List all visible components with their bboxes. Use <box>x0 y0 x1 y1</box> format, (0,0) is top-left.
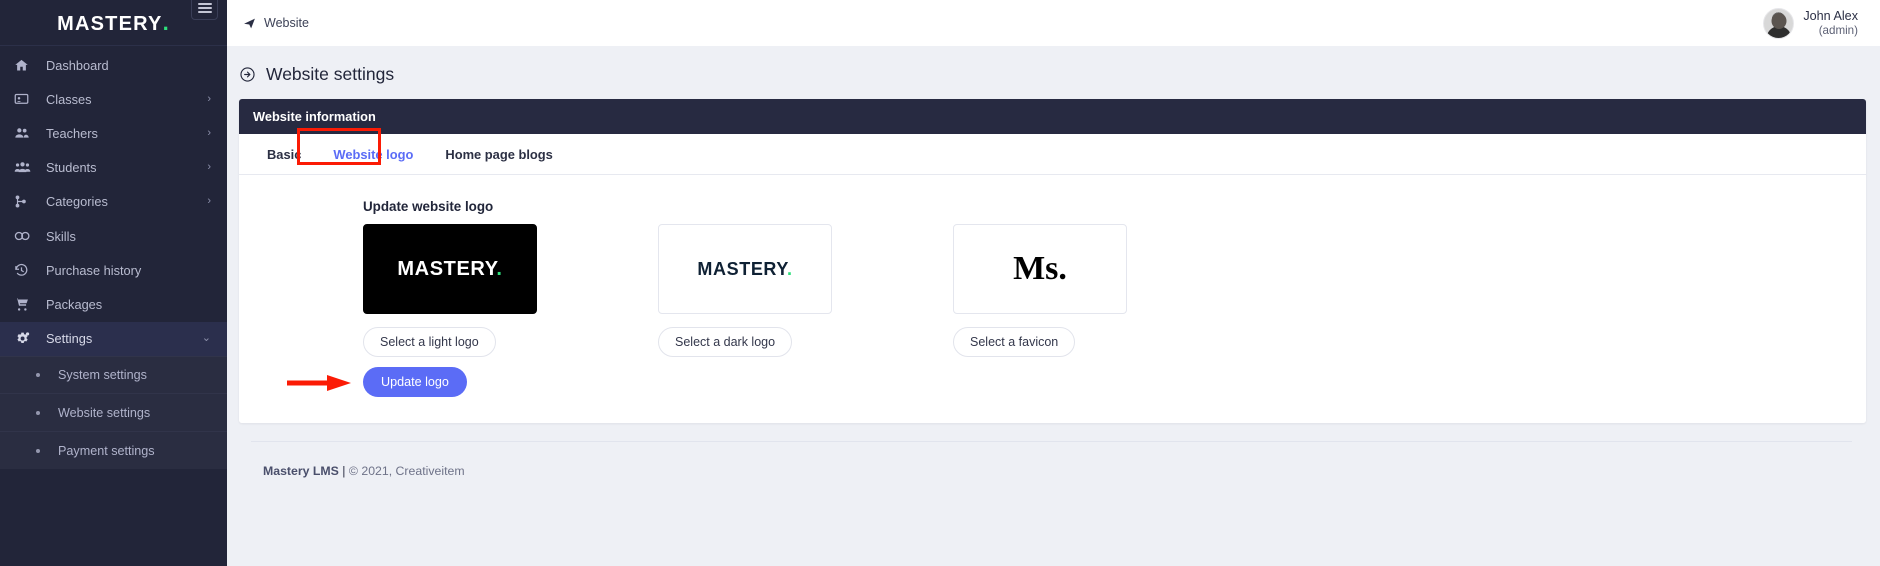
sidebar-item-label: Categories <box>46 194 108 210</box>
dark-logo-text: MASTERY. <box>697 258 793 279</box>
favicon-column: Ms. Select a favicon <box>953 224 1248 357</box>
dark-logo-column: MASTERY. Select a dark logo <box>658 224 953 357</box>
page-title-row: Website settings <box>227 46 1880 99</box>
breadcrumb-label: Website <box>264 16 309 30</box>
select-dark-logo-button[interactable]: Select a dark logo <box>658 327 793 357</box>
paper-plane-icon <box>243 17 256 30</box>
sidebar-item-label: Students <box>46 160 97 176</box>
sidebar-item-settings[interactable]: Settings ⌄ <box>0 321 227 356</box>
sidebar-item-teachers[interactable]: Teachers › <box>0 116 227 150</box>
home-icon <box>14 58 36 73</box>
update-logo-row: Update logo <box>239 357 1866 423</box>
brand-name: MASTERY <box>57 12 163 35</box>
tab-bar: Basic Website logo Home page blogs <box>239 128 1866 175</box>
tab-basic[interactable]: Basic <box>251 134 317 174</box>
sidebar-subitem-payment-settings[interactable]: Payment settings <box>0 431 227 470</box>
sidebar-item-label: Teachers <box>46 125 98 141</box>
favicon-preview: Ms. <box>953 224 1127 314</box>
app-root: MASTERY. Dashboard Classes › Teachers › … <box>0 0 1880 566</box>
favicon-text: Ms. <box>1013 250 1067 287</box>
sidebar-item-label: Settings <box>46 331 93 347</box>
user-menu[interactable]: John Alex (admin) <box>1763 7 1866 39</box>
footer-copyright: © 2021, Creativeitem <box>348 464 465 478</box>
footer: Mastery LMS | © 2021, Creativeitem <box>251 441 1852 478</box>
sidebar: MASTERY. Dashboard Classes › Teachers › … <box>0 0 227 566</box>
footer-separator: | <box>338 464 349 478</box>
main-area: Website John Alex (admin) Website settin… <box>227 0 1880 566</box>
page-title: Website settings <box>266 64 395 84</box>
footer-product: Mastery LMS <box>263 464 339 478</box>
website-information-card: Website information Basic Website logo H… <box>239 99 1866 423</box>
select-light-logo-button[interactable]: Select a light logo <box>363 327 496 357</box>
bullet-icon <box>36 373 40 378</box>
classes-icon <box>14 92 36 107</box>
chevron-right-icon: › <box>207 92 211 105</box>
sidebar-item-label: Dashboard <box>46 57 109 73</box>
chevron-right-icon: › <box>207 126 211 139</box>
light-logo-column: MASTERY. Select a light logo <box>363 224 658 357</box>
sidebar-item-dashboard[interactable]: Dashboard <box>0 48 227 82</box>
sidebar-subitem-system-settings[interactable]: System settings <box>0 355 227 394</box>
brand-logo[interactable]: MASTERY. <box>0 0 227 46</box>
light-logo-preview: MASTERY. <box>363 224 537 314</box>
chevron-right-icon: › <box>207 195 211 208</box>
categories-icon <box>14 194 36 209</box>
cart-icon <box>14 297 36 312</box>
sidebar-subitem-label: Website settings <box>58 405 151 420</box>
sidebar-item-skills[interactable]: Skills <box>0 219 227 253</box>
user-meta: John Alex (admin) <box>1803 9 1858 38</box>
sidebar-item-packages[interactable]: Packages <box>0 287 227 321</box>
light-logo-text: MASTERY. <box>397 257 503 280</box>
chevron-down-icon: ⌄ <box>201 332 211 345</box>
students-icon <box>14 159 36 176</box>
tab-website-logo[interactable]: Website logo <box>317 134 429 174</box>
sidebar-item-label: Purchase history <box>46 262 142 278</box>
content-area: Website information Basic Website logo H… <box>227 99 1880 478</box>
sidebar-nav: Dashboard Classes › Teachers › Students … <box>0 46 227 470</box>
section-title: Update website logo <box>363 199 494 214</box>
brand-text: MASTERY. <box>57 10 170 36</box>
annotation-arrow <box>287 373 353 393</box>
sidebar-subitem-label: Payment settings <box>58 443 155 458</box>
teachers-icon <box>14 125 36 141</box>
sidebar-subitem-label: System settings <box>58 368 147 383</box>
user-name: John Alex <box>1803 8 1858 23</box>
card-header: Website information <box>239 99 1866 134</box>
history-icon <box>14 263 36 278</box>
card-body: Basic Website logo Home page blogs Updat… <box>239 128 1866 423</box>
update-logo-button[interactable]: Update logo <box>363 367 467 397</box>
sidebar-item-classes[interactable]: Classes › <box>0 82 227 116</box>
top-bar: Website John Alex (admin) <box>227 0 1880 46</box>
skills-icon <box>14 229 36 243</box>
avatar <box>1763 7 1795 39</box>
dark-logo-preview: MASTERY. <box>658 224 832 314</box>
select-favicon-button[interactable]: Select a favicon <box>953 327 1076 357</box>
logo-previews-row: MASTERY. Select a light logo MASTERY. Se… <box>239 224 1866 357</box>
user-role: (admin) <box>1818 23 1858 37</box>
arrow-circle-right-icon <box>239 66 256 83</box>
sidebar-item-purchase-history[interactable]: Purchase history <box>0 253 227 287</box>
bullet-icon <box>36 410 40 415</box>
brand-dot: . <box>162 9 170 35</box>
gear-icon <box>14 331 36 347</box>
sidebar-item-label: Packages <box>46 296 103 312</box>
sidebar-item-categories[interactable]: Categories › <box>0 185 227 219</box>
bullet-icon <box>36 448 40 453</box>
breadcrumb[interactable]: Website <box>243 16 309 30</box>
tab-home-page-blogs[interactable]: Home page blogs <box>429 134 568 174</box>
sidebar-subitem-website-settings[interactable]: Website settings <box>0 393 227 432</box>
chevron-right-icon: › <box>207 161 211 174</box>
hamburger-icon[interactable] <box>191 0 218 20</box>
sidebar-item-label: Classes <box>46 91 92 107</box>
sidebar-item-students[interactable]: Students › <box>0 151 227 185</box>
sidebar-item-label: Skills <box>46 228 76 244</box>
